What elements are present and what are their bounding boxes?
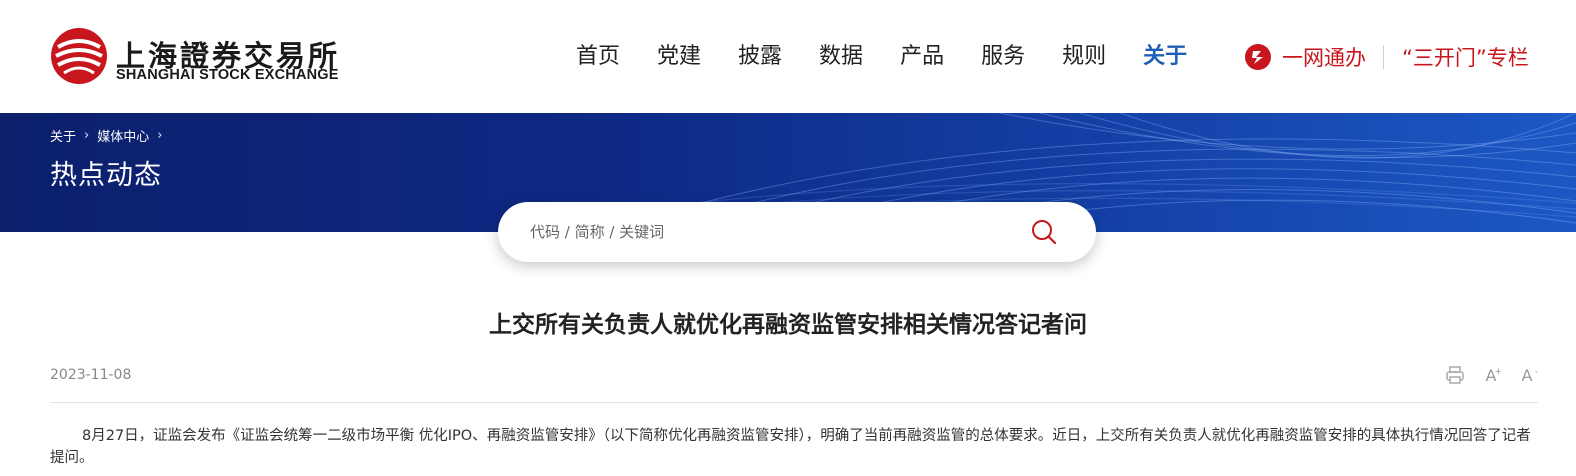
nav-item-products[interactable]: 产品 <box>900 40 944 74</box>
page-title: 热点动态 <box>50 160 162 191</box>
breadcrumb-item-about[interactable]: 关于 <box>50 126 76 145</box>
sse-emblem-icon <box>51 28 107 84</box>
search-icon[interactable] <box>1030 218 1058 246</box>
logo-name-en: SHANGHAI STOCK EXCHANGE <box>116 67 339 83</box>
article-date: 2023-11-08 <box>50 367 132 383</box>
site-header: 上海證券交易所 SHANGHAI STOCK EXCHANGE 首页 党建 披露… <box>0 0 1576 113</box>
font-increase-icon[interactable]: A + <box>1480 364 1502 386</box>
header-right-links: 一网通办 “三开门”专栏 <box>1244 40 1529 74</box>
search-box <box>498 202 1096 262</box>
main-nav: 首页 党建 披露 数据 产品 服务 规则 关于 <box>576 40 1224 74</box>
article-tools: A + A- <box>1430 364 1538 386</box>
nav-item-party[interactable]: 党建 <box>657 40 701 74</box>
article-body: 8月27日，证监会发布《证监会统筹一二级市场平衡 优化IPO、再融资监管安排》（… <box>50 428 1531 466</box>
breadcrumb-item-media-center[interactable]: 媒体中心 <box>97 126 149 145</box>
font-increase-sign: + <box>1494 367 1502 377</box>
header-divider <box>1383 45 1384 69</box>
font-decrease-letter: A <box>1521 365 1533 385</box>
nav-item-data[interactable]: 数据 <box>819 40 863 74</box>
print-icon[interactable] <box>1444 364 1466 386</box>
nav-item-disclosure[interactable]: 披露 <box>738 40 782 74</box>
article-meta: 2023-11-08 A + A- <box>50 364 1538 388</box>
one-stop-service-icon[interactable] <box>1244 43 1272 71</box>
sse-logo[interactable]: 上海證券交易所 SHANGHAI STOCK EXCHANGE <box>50 27 350 89</box>
nav-item-about[interactable]: 关于 <box>1143 40 1187 74</box>
search-input[interactable] <box>530 218 1000 246</box>
breadcrumb: 关于 › 媒体中心 › <box>50 126 170 145</box>
nav-item-home[interactable]: 首页 <box>576 40 620 74</box>
one-stop-service-link[interactable]: 一网通办 <box>1282 42 1366 72</box>
three-doors-column-link[interactable]: “三开门”专栏 <box>1402 42 1529 72</box>
article-title: 上交所有关负责人就优化再融资监管安排相关情况答记者问 <box>489 312 1087 338</box>
font-decrease-icon[interactable]: A- <box>1516 364 1538 386</box>
nav-item-rules[interactable]: 规则 <box>1062 40 1106 74</box>
font-decrease-sign: - <box>1534 367 1538 377</box>
chevron-right-icon: › <box>84 128 90 143</box>
nav-item-services[interactable]: 服务 <box>981 40 1025 74</box>
meta-divider <box>50 402 1538 403</box>
chevron-right-icon: › <box>157 128 163 143</box>
